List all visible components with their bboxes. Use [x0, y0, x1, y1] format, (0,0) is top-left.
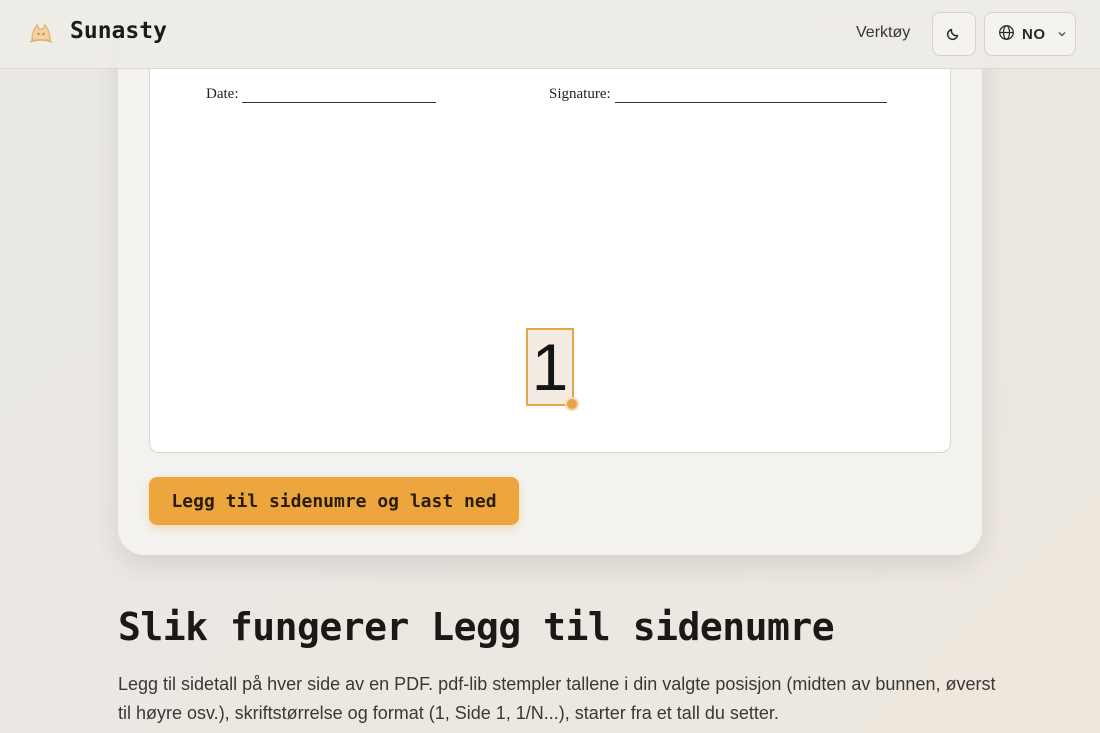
date-rule — [242, 89, 437, 103]
language-code: NO — [1022, 25, 1046, 43]
globe-icon — [998, 24, 1015, 44]
signature-line: Signature: — [549, 86, 887, 103]
logo-icon[interactable] — [24, 16, 58, 50]
signature-label: Signature: — [549, 86, 611, 102]
brand-name[interactable]: Sunasty — [70, 18, 167, 44]
date-label: Date: — [206, 86, 239, 102]
date-line: Date: — [206, 86, 437, 103]
language-select[interactable]: NO — [984, 12, 1076, 56]
theme-toggle-button[interactable] — [932, 12, 976, 56]
section-description: Legg til sidetall på hver side av en PDF… — [118, 674, 996, 723]
chevron-down-icon — [1057, 27, 1067, 42]
page-number-box[interactable]: 1 — [526, 328, 574, 406]
add-page-numbers-download-button[interactable]: Legg til sidenumre og last ned — [149, 477, 519, 525]
signature-rule — [614, 89, 887, 103]
resize-handle[interactable] — [565, 397, 579, 411]
nav-tools-link[interactable]: Verktøy — [856, 24, 910, 42]
section-title: Slik fungerer Legg til sidenumre — [118, 605, 835, 649]
page-number: 1 — [531, 330, 569, 404]
top-nav: Sunasty Verktøy NO — [0, 0, 1100, 69]
moon-icon — [946, 25, 962, 44]
